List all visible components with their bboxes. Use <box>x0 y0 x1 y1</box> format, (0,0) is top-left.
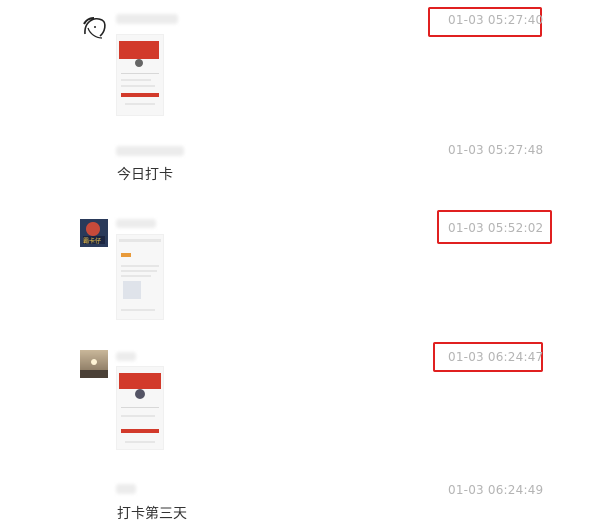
thumbnail-text-line <box>121 79 151 81</box>
message-timestamp: 01-03 06:24:49 <box>448 483 544 497</box>
sender-name <box>116 146 184 156</box>
sender-name <box>116 219 156 228</box>
screenshot-thumbnail[interactable] <box>116 366 164 450</box>
avatar[interactable]: 霸卡仔 <box>80 219 108 247</box>
sunrise-photo-icon <box>80 350 108 378</box>
avatar[interactable] <box>80 14 108 42</box>
message-text: 今日打卡 <box>117 167 173 183</box>
sender-name <box>116 14 178 24</box>
thumbnail-button <box>121 93 159 97</box>
avatar[interactable] <box>80 350 108 378</box>
thumbnail-text-line <box>121 265 159 267</box>
thumbnail-text-line <box>121 270 157 272</box>
message-text: 打卡第三天 <box>117 506 187 522</box>
thumbnail-text-line <box>121 415 155 417</box>
thumbnail-divider <box>121 407 159 408</box>
screenshot-thumbnail[interactable] <box>116 34 164 116</box>
thumbnail-header <box>119 239 161 242</box>
screenshot-thumbnail[interactable] <box>116 234 164 320</box>
message-timestamp: 01-03 05:27:48 <box>448 143 544 157</box>
thumbnail-tag <box>121 253 131 257</box>
thumbnail-image <box>123 281 141 299</box>
thumbnail-banner <box>119 41 159 59</box>
thumbnail-text-line <box>121 275 151 277</box>
thumbnail-footer <box>125 441 155 443</box>
thumbnail-button <box>121 429 159 433</box>
thumbnail-text-line <box>121 85 155 87</box>
thumbnail-divider <box>121 73 159 74</box>
thumbnail-avatar <box>135 389 145 399</box>
avatar-label: 霸卡仔 <box>83 238 102 245</box>
message-timestamp: 01-03 05:52:02 <box>448 221 544 235</box>
thumbnail-footer <box>125 103 155 105</box>
thumbnail-banner <box>119 373 161 389</box>
sender-name <box>116 352 136 361</box>
thumbnail-text-line <box>121 309 155 311</box>
message-timestamp: 01-03 06:24:47 <box>448 350 544 364</box>
sender-name <box>116 484 136 494</box>
sketch-portrait-icon <box>80 14 108 42</box>
message-timestamp: 01-03 05:27:40 <box>448 13 544 27</box>
thumbnail-avatar <box>135 59 143 67</box>
